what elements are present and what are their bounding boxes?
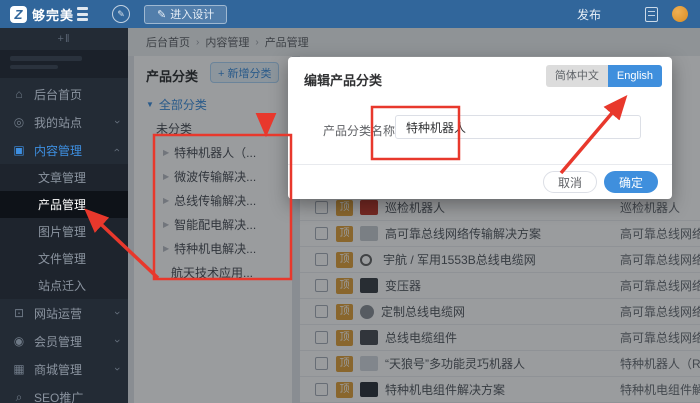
cancel-button[interactable]: 取消 [543, 171, 597, 193]
sidebar-item-site-operation[interactable]: ⊡ 网站运营 › [0, 299, 128, 327]
site-info-placeholder [0, 50, 128, 78]
edit-category-modal: 编辑产品分类 简体中文 English 产品分类名称 取消 确定 [288, 57, 672, 199]
language-tabs: 简体中文 English [546, 65, 662, 87]
sidebar-item-seo[interactable]: ⌕ SEO推广 [0, 383, 128, 403]
sidebar-item-file-mgmt[interactable]: 文件管理 [0, 245, 128, 272]
sidebar: +‖ ⌂ 后台首页 ◎ 我的站点 › ▣ 内容管理 › 文章管理 [0, 28, 128, 403]
category-name-input[interactable] [395, 115, 641, 139]
clipboard-icon[interactable] [645, 7, 658, 22]
sidebar-item-site-migration[interactable]: 站点迁入 [0, 272, 128, 299]
brand-logo[interactable]: Z 够完美 [10, 5, 88, 24]
enter-design-button[interactable]: ✎ 进入设计 [144, 5, 227, 24]
content-icon: ▣ [12, 143, 26, 157]
user-avatar[interactable] [672, 6, 688, 22]
confirm-button[interactable]: 确定 [604, 171, 658, 193]
publish-button[interactable]: 发布 [577, 6, 601, 23]
sidebar-item-image-mgmt[interactable]: 图片管理 [0, 218, 128, 245]
sidebar-item-mall-mgmt[interactable]: ▦ 商城管理 › [0, 355, 128, 383]
topbar: Z 够完美 ✎ ✎ 进入设计 发布 [0, 0, 700, 28]
chevron-right-icon: › [111, 311, 123, 315]
tab-english[interactable]: English [608, 65, 662, 87]
tab-simplified-chinese[interactable]: 简体中文 [546, 65, 608, 87]
search-icon: ⌕ [12, 390, 26, 403]
modal-title: 编辑产品分类 [304, 70, 382, 89]
edit-pencil-icon[interactable]: ✎ [112, 5, 130, 23]
topbar-right: 发布 [577, 6, 688, 23]
chevron-up-icon: › [111, 148, 123, 152]
sidebar-menu: ⌂ 后台首页 ◎ 我的站点 › ▣ 内容管理 › 文章管理 产品管理 [0, 80, 128, 403]
sidebar-item-product-mgmt[interactable]: 产品管理 [0, 191, 128, 218]
sidebar-item-member-mgmt[interactable]: ◉ 会员管理 › [0, 327, 128, 355]
shop-icon: ▦ [12, 362, 26, 376]
category-name-label: 产品分类名称 [323, 122, 395, 139]
sidebar-item-my-sites[interactable]: ◎ 我的站点 › [0, 108, 128, 136]
globe-icon: ◎ [12, 115, 26, 129]
sidebar-item-dashboard[interactable]: ⌂ 后台首页 [0, 80, 128, 108]
user-icon: ◉ [12, 334, 26, 348]
collapse-sidebar-icon[interactable]: +‖ [58, 33, 71, 45]
app-window: Z 够完美 ✎ ✎ 进入设计 发布 +‖ ⌂ 后台首页 ◎ [0, 0, 700, 403]
pencil-icon: ✎ [157, 8, 166, 21]
chevron-right-icon: › [111, 120, 123, 124]
brand-name: 够完美 [32, 5, 74, 24]
home-icon: ⌂ [12, 87, 26, 101]
modal-footer-divider [288, 164, 672, 165]
sidebar-collapse-row: +‖ [0, 28, 128, 50]
content-submenu: 文章管理 产品管理 图片管理 文件管理 站点迁入 [0, 164, 128, 299]
chevron-right-icon: › [111, 367, 123, 371]
sidebar-item-article-mgmt[interactable]: 文章管理 [0, 164, 128, 191]
chevron-right-icon: › [111, 339, 123, 343]
sidebar-item-content-mgmt[interactable]: ▣ 内容管理 › [0, 136, 128, 164]
brand-seal-icon [77, 7, 88, 21]
brand-logo-icon: Z [10, 6, 27, 23]
monitor-icon: ⊡ [12, 306, 26, 320]
